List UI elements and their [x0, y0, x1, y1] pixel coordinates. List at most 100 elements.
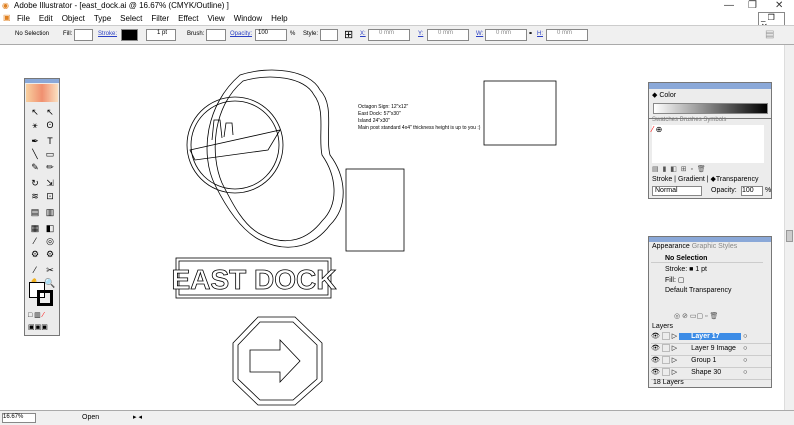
screen-mode-buttons[interactable]: ▣▣▣	[28, 323, 56, 332]
opacity-field[interactable]: 100	[255, 29, 287, 41]
menu-select[interactable]: Select	[120, 14, 142, 23]
target-icon[interactable]: ○	[743, 345, 747, 352]
y-field[interactable]: 0 mm	[427, 29, 469, 41]
target-icon[interactable]: ○	[743, 357, 747, 364]
menu-filter[interactable]: Filter	[151, 14, 169, 23]
panel-menu-icon[interactable]: ▤	[765, 29, 774, 40]
graph-tool[interactable]: ▥	[43, 206, 57, 218]
warp-tool[interactable]: ≋	[28, 190, 42, 202]
minimize-button[interactable]: —	[724, 0, 734, 11]
status-arrows[interactable]: ▸ ◂	[133, 413, 142, 421]
tab-transparency[interactable]: Transparency	[716, 176, 759, 183]
fill-dropdown[interactable]	[74, 29, 93, 41]
appearance-buttons[interactable]: ◎ ⊘ ▭▢ ▫ 🗑	[674, 312, 718, 320]
pencil-tool[interactable]: ✏	[43, 161, 57, 173]
paintbrush-tool[interactable]: ✎	[28, 161, 42, 173]
x-field[interactable]: 0 mm	[368, 29, 410, 41]
stroke-dropdown[interactable]	[121, 29, 138, 41]
brush-dropdown[interactable]	[206, 29, 226, 41]
lock-toggle[interactable]	[661, 368, 670, 377]
lock-toggle[interactable]	[661, 332, 670, 341]
zoom-field[interactable]: 16.67%	[2, 413, 36, 423]
rectangle-tool[interactable]: ▭	[43, 148, 57, 160]
tab-appearance[interactable]: Appearance	[652, 243, 690, 250]
visibility-eye-icon[interactable]: 👁	[651, 333, 660, 340]
visibility-eye-icon[interactable]: 👁	[651, 345, 660, 352]
free-transform-tool[interactable]: ⊡	[43, 190, 57, 202]
color-ramp[interactable]	[653, 103, 768, 114]
menu-view[interactable]: View	[207, 14, 224, 23]
align-icon[interactable]: ⊞	[344, 28, 353, 41]
layer-row[interactable]: 👁 ▷ Layer 17 ○	[651, 332, 771, 344]
stroke-label[interactable]: Stroke:	[98, 31, 117, 37]
style-dropdown[interactable]	[320, 29, 338, 41]
selection-tool[interactable]: ↖	[28, 106, 42, 118]
tab-color[interactable]: ◆ Color	[652, 91, 676, 99]
none-swatch[interactable]: ⁄	[652, 125, 653, 134]
restore-button[interactable]: ❐	[748, 0, 757, 11]
lock-toggle[interactable]	[661, 344, 670, 353]
expand-triangle-icon[interactable]: ▷	[672, 357, 677, 364]
h-field[interactable]: 0 mm	[546, 29, 588, 41]
target-icon[interactable]: ○	[743, 333, 747, 340]
gradient-tool[interactable]: ◧	[43, 222, 57, 234]
link-icon[interactable]: ⚭	[528, 30, 533, 37]
type-tool[interactable]: T	[43, 135, 57, 147]
pen-tool[interactable]: ✒	[28, 135, 42, 147]
scale-tool[interactable]: ⇲	[43, 177, 57, 189]
visibility-eye-icon[interactable]: 👁	[651, 369, 660, 376]
menu-type[interactable]: Type	[94, 14, 111, 23]
menu-effect[interactable]: Effect	[178, 14, 198, 23]
blend-mode-select[interactable]: Normal	[652, 186, 702, 196]
tab-gradient[interactable]: Gradient	[678, 176, 705, 183]
expand-triangle-icon[interactable]: ▷	[672, 345, 677, 352]
tab-swatches[interactable]: Swatches	[652, 117, 678, 123]
expand-triangle-icon[interactable]: ▷	[672, 333, 677, 340]
tab-graphic-styles[interactable]: Graphic Styles	[692, 243, 738, 250]
vertical-scrollbar[interactable]	[784, 45, 794, 410]
tab-brushes[interactable]: Brushes	[680, 117, 702, 123]
menu-help[interactable]: Help	[271, 14, 287, 23]
live-paint-selection-tool[interactable]: ⚙	[43, 248, 57, 260]
menu-edit[interactable]: Edit	[39, 14, 53, 23]
swatches-tabs[interactable]: Swatches Brushes Symbols	[652, 117, 726, 123]
menu-window[interactable]: Window	[234, 14, 262, 23]
tab-stroke[interactable]: Stroke	[652, 176, 672, 183]
color-mode-buttons[interactable]: □ ▥ ⁄	[28, 311, 56, 320]
stroke-weight-field[interactable]: 1 pt	[146, 29, 176, 41]
lasso-tool[interactable]: ʘ	[43, 119, 57, 131]
symbol-sprayer-tool[interactable]: ▤	[28, 206, 42, 218]
expand-triangle-icon[interactable]: ▷	[672, 369, 677, 376]
mesh-tool[interactable]: ▦	[28, 222, 42, 234]
zoom-tool[interactable]: 🔍	[43, 277, 57, 289]
appearance-transparency-row[interactable]: Default Transparency	[651, 284, 763, 294]
line-tool[interactable]: ╲	[28, 148, 42, 160]
close-button[interactable]: ✕	[775, 0, 783, 11]
w-field[interactable]: 0 mm	[485, 29, 527, 41]
blend-tool[interactable]: ◎	[43, 235, 57, 247]
registration-swatch[interactable]: ⊕	[656, 125, 663, 134]
magic-wand-tool[interactable]: ⚹	[28, 119, 42, 131]
menu-file[interactable]: File	[17, 14, 30, 23]
menu-object[interactable]: Object	[62, 14, 85, 23]
live-paint-tool[interactable]: ⚙	[28, 248, 42, 260]
lock-toggle[interactable]	[661, 356, 670, 365]
eyedropper-tool[interactable]: ⁄	[28, 235, 42, 247]
layer-row[interactable]: 👁 ▷ Layer 9 Image ○	[651, 344, 771, 356]
slice-tool[interactable]: ⁄	[28, 264, 42, 276]
tab-layers[interactable]: Layers	[652, 323, 673, 330]
appearance-stroke-row[interactable]: Stroke: ■ 1 pt	[651, 263, 763, 273]
swatch-buttons[interactable]: ▤ ▮ ◧ ⊞ ▫ 🗑	[652, 165, 706, 173]
tab-symbols[interactable]: Symbols	[703, 117, 726, 123]
layer-row[interactable]: 👁 ▷ Group 1 ○	[651, 356, 771, 368]
stroke-swatch[interactable]	[37, 290, 53, 306]
appearance-fill-row[interactable]: Fill: ▢	[651, 273, 763, 284]
rotate-tool[interactable]: ↻	[28, 177, 42, 189]
transparency-opacity-field[interactable]: 100	[741, 186, 763, 196]
swatch-list[interactable]: ⁄ ⊕	[652, 125, 764, 163]
direct-selection-tool[interactable]: ↖	[43, 106, 57, 118]
opacity-label[interactable]: Opacity:	[230, 31, 252, 37]
scissors-tool[interactable]: ✂	[43, 264, 57, 276]
target-icon[interactable]: ○	[743, 369, 747, 376]
visibility-eye-icon[interactable]: 👁	[651, 357, 660, 364]
